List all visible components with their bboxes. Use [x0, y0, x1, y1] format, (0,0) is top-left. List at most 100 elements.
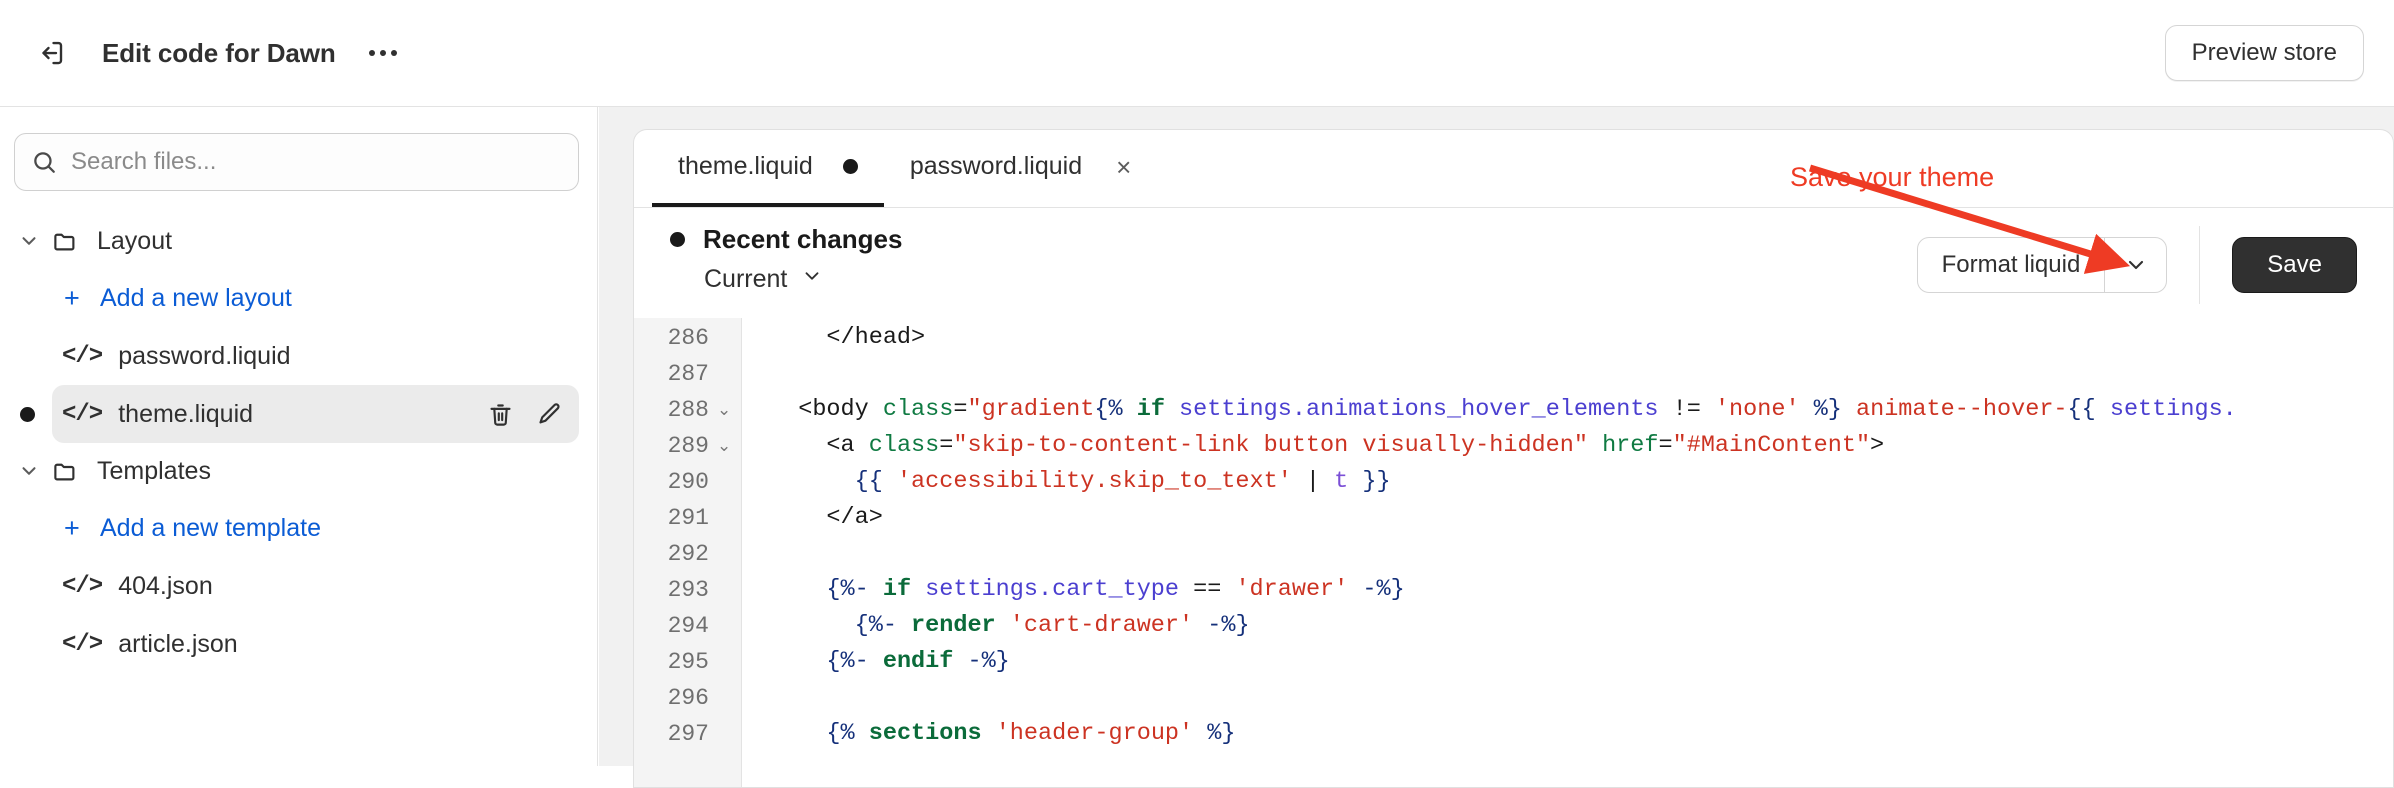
search-input[interactable] — [71, 148, 562, 176]
code-line[interactable]: {% sections 'header-group' %} — [770, 716, 2393, 752]
code-token: settings.animations_hover_elements — [1179, 396, 1659, 423]
line-number: 293 — [667, 577, 709, 603]
line-number: 295 — [667, 649, 709, 675]
code-token: animate--hover- — [1841, 396, 2068, 423]
code-line[interactable] — [770, 356, 2393, 392]
code-file-icon: </> — [62, 342, 103, 370]
search-field[interactable] — [14, 133, 579, 191]
code-token: {{ — [2067, 396, 2096, 423]
code-token: class — [882, 396, 954, 423]
code-token: %} — [1207, 720, 1236, 747]
code-token: if — [882, 576, 912, 603]
unsaved-indicator-dot — [670, 232, 685, 247]
ellipsis-icon[interactable] — [360, 30, 406, 76]
folder-icon — [52, 228, 79, 255]
add-link-label: Add a new layout — [100, 283, 292, 312]
code-token: == — [1179, 576, 1236, 603]
code-line[interactable] — [770, 680, 2393, 716]
code-line[interactable]: {{ 'accessibility.skip_to_text' | t }} — [770, 464, 2393, 500]
code-token: -%} — [1207, 612, 1250, 639]
version-label: Current — [704, 265, 788, 293]
code-line[interactable]: <body class="gradient{% if settings.anim… — [770, 392, 2393, 428]
format-liquid-label: Format liquid — [1941, 251, 2081, 278]
code-line[interactable]: {%- endif -%} — [770, 644, 2393, 680]
folder-row-layout[interactable]: Layout — [0, 213, 597, 269]
code-line[interactable]: <a class="skip-to-content-link button vi… — [770, 428, 2393, 464]
code-token: | — [1291, 468, 1335, 495]
editor-toolbar: Format liquid Save — [1916, 226, 2393, 304]
save-button[interactable]: Save — [2232, 237, 2357, 293]
file-row-article-json[interactable]: </> article.json — [52, 615, 579, 673]
editor-card: theme.liquid password.liquid × Recent ch… — [633, 129, 2394, 788]
code-token: > — [1870, 432, 1885, 459]
code-token: 'cart-drawer' — [1009, 612, 1194, 639]
code-token: 'none' — [1714, 396, 1800, 423]
line-number-gutter: 286 287 288 ⌄ 289 ⌄ 290 291 292 293 294 295 296 297 — [634, 318, 742, 787]
toolbar-divider — [2199, 226, 2201, 304]
folder-row-templates[interactable]: Templates — [0, 443, 597, 499]
chevron-down-icon[interactable]: ⌄ — [717, 400, 731, 421]
file-sidebar: Layout + Add a new layout </> password.l… — [0, 107, 598, 766]
chevron-down-icon[interactable] — [2104, 238, 2166, 292]
code-token: {%- — [854, 612, 897, 639]
line-number: 287 — [667, 361, 709, 387]
page-title: Edit code for Dawn — [102, 37, 336, 68]
file-label: theme.liquid — [118, 399, 254, 428]
add-new-layout-link[interactable]: + Add a new layout — [0, 269, 597, 327]
code-line[interactable]: {%- render 'cart-drawer' -%} — [770, 608, 2393, 644]
editor-tabbar: theme.liquid password.liquid × — [634, 130, 2393, 208]
search-icon — [34, 152, 55, 173]
folder-label: Templates — [97, 456, 211, 485]
code-token: 'drawer' — [1235, 576, 1349, 603]
format-liquid-button[interactable]: Format liquid — [1916, 237, 2168, 293]
line-number: 296 — [667, 685, 709, 711]
code-file-icon: </> — [62, 572, 103, 600]
code-line[interactable]: </head> — [770, 320, 2393, 356]
folder-icon — [52, 458, 79, 485]
pencil-icon[interactable] — [536, 401, 563, 428]
plus-icon: + — [64, 512, 80, 543]
preview-store-button[interactable]: Preview store — [2164, 25, 2364, 81]
code-token: {% — [826, 720, 855, 747]
chevron-down-icon[interactable]: ⌄ — [717, 436, 731, 457]
exit-icon[interactable] — [28, 30, 74, 76]
tab-theme-liquid[interactable]: theme.liquid — [652, 130, 884, 207]
chevron-down-icon — [18, 230, 48, 252]
tab-label: password.liquid — [909, 152, 1083, 180]
line-number: 294 — [667, 613, 709, 639]
file-row-404-json[interactable]: </> 404.json — [52, 557, 579, 615]
code-token: class — [868, 432, 940, 459]
recent-changes-bar: Recent changes Current Format liquid Sav… — [634, 208, 2393, 318]
trash-icon[interactable] — [487, 401, 514, 428]
code-token: 'header-group' — [995, 720, 1194, 747]
add-new-template-link[interactable]: + Add a new template — [0, 499, 597, 557]
editor-region: theme.liquid password.liquid × Recent ch… — [599, 107, 2394, 788]
code-token: </head> — [826, 324, 926, 351]
line-number: 292 — [667, 541, 709, 567]
file-row-password-liquid[interactable]: </> password.liquid — [52, 327, 579, 385]
tab-password-liquid[interactable]: password.liquid × — [884, 130, 1158, 207]
code-line[interactable]: {%- if settings.cart_type == 'drawer' -%… — [770, 572, 2393, 608]
code-token: href — [1602, 432, 1659, 459]
code-editor[interactable]: 286 287 288 ⌄ 289 ⌄ 290 291 292 293 294 295 296 297 <… — [634, 318, 2393, 787]
close-icon[interactable]: × — [1116, 154, 1131, 180]
file-row-theme-liquid[interactable]: </> theme.liquid — [20, 385, 579, 443]
code-line[interactable] — [770, 536, 2393, 572]
code-content[interactable]: </head> <body class="gradient{% if setti… — [742, 318, 2393, 787]
code-line[interactable]: </a> — [770, 500, 2393, 536]
